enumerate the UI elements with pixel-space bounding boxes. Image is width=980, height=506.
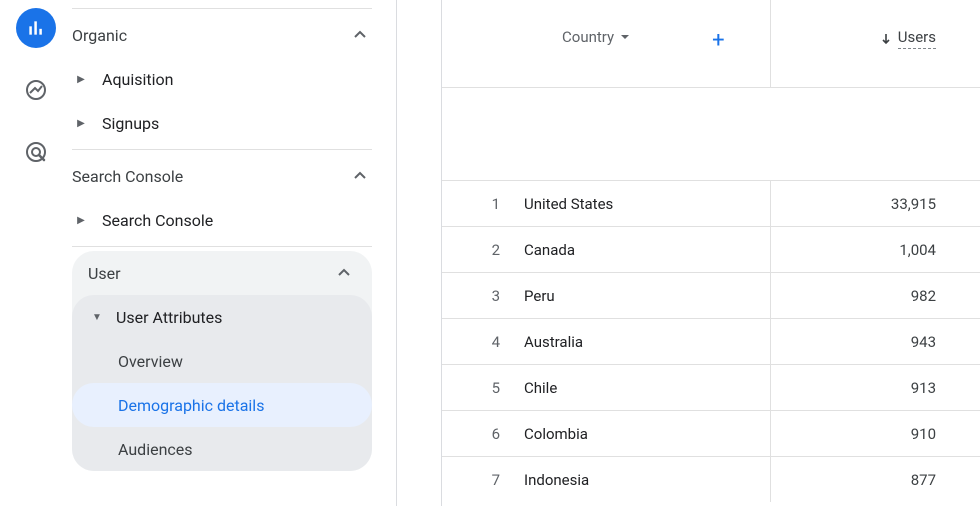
reports-icon[interactable]	[16, 8, 56, 48]
divider	[72, 246, 372, 247]
gap	[397, 0, 441, 506]
leaf-label: Overview	[118, 352, 183, 371]
nav-user-attributes[interactable]: ▼ User Attributes	[72, 295, 372, 339]
row-country: Indonesia	[524, 457, 771, 502]
nav-label: Signups	[102, 114, 159, 133]
explore-icon[interactable]	[16, 70, 56, 110]
section-organic[interactable]: Organic	[72, 13, 372, 57]
advertising-icon[interactable]	[16, 132, 56, 172]
sort-users[interactable]: Users	[880, 28, 936, 49]
row-country: Chile	[524, 365, 771, 410]
row-country: Peru	[524, 273, 771, 318]
table-row[interactable]: 1United States33,915	[442, 180, 980, 226]
add-dimension-button[interactable]: +	[712, 28, 724, 53]
triangle-right-icon: ▶	[72, 118, 90, 129]
triangle-right-icon: ▶	[72, 215, 90, 226]
row-index: 6	[442, 425, 524, 443]
section-search-console[interactable]: Search Console	[72, 154, 372, 198]
nav-acquisition[interactable]: ▶ Aquisition	[72, 57, 372, 101]
chevron-up-icon	[348, 23, 372, 47]
metric-column-header: Users	[771, 0, 980, 87]
divider	[72, 8, 372, 9]
table-row[interactable]: 4Australia943	[442, 318, 980, 364]
row-country: United States	[524, 181, 771, 226]
nav-label: Aquisition	[102, 70, 173, 89]
dimension-picker[interactable]: Country	[562, 28, 630, 46]
table-row[interactable]: 5Chile913	[442, 364, 980, 410]
chevron-up-icon	[348, 164, 372, 188]
table-header: Country + Users	[442, 0, 980, 88]
table-body: 1United States33,9152Canada1,0043Peru982…	[442, 180, 980, 502]
section-label: Organic	[72, 26, 348, 45]
leaf-label: Audiences	[118, 440, 193, 459]
nav-signups[interactable]: ▶ Signups	[72, 101, 372, 145]
table-row[interactable]: 7Indonesia877	[442, 456, 980, 502]
row-index: 1	[442, 195, 524, 213]
sidebar: Organic ▶ Aquisition ▶ Signups Search Co…	[72, 0, 397, 506]
row-users: 943	[771, 333, 980, 351]
triangle-down-icon: ▼	[88, 312, 106, 323]
row-index: 4	[442, 333, 524, 351]
table-row[interactable]: 2Canada1,004	[442, 226, 980, 272]
row-users: 877	[771, 471, 980, 489]
arrow-down-icon	[880, 33, 892, 45]
nav-label: Search Console	[102, 211, 213, 230]
divider	[72, 149, 372, 150]
row-users: 913	[771, 379, 980, 397]
section-user[interactable]: User	[72, 251, 372, 295]
row-country: Australia	[524, 319, 771, 364]
section-user-wrapper: User ▼ User Attributes Overview Demograp…	[72, 251, 372, 471]
nav-search-console[interactable]: ▶ Search Console	[72, 198, 372, 242]
leaf-label: Demographic details	[118, 396, 264, 415]
content: Country + Users 1United States33,9152Can…	[441, 0, 980, 506]
triangle-right-icon: ▶	[72, 74, 90, 85]
row-country: Canada	[524, 227, 771, 272]
row-users: 1,004	[771, 241, 980, 259]
row-index: 5	[442, 379, 524, 397]
leaf-audiences[interactable]: Audiences	[72, 427, 372, 471]
row-index: 3	[442, 287, 524, 305]
leaf-demographic-details[interactable]: Demographic details	[72, 383, 372, 427]
nav-label: User Attributes	[116, 308, 222, 327]
dimension-label: Country	[562, 28, 614, 46]
metric-label: Users	[898, 28, 936, 49]
row-users: 33,915	[771, 195, 980, 213]
table-row[interactable]: 3Peru982	[442, 272, 980, 318]
row-index: 7	[442, 471, 524, 489]
row-users: 982	[771, 287, 980, 305]
section-label: Search Console	[72, 167, 348, 186]
dimension-column-header: Country +	[442, 0, 771, 87]
user-attributes-group: ▼ User Attributes Overview Demographic d…	[72, 295, 372, 471]
row-country: Colombia	[524, 411, 771, 456]
leaf-overview[interactable]: Overview	[72, 339, 372, 383]
table-row[interactable]: 6Colombia910	[442, 410, 980, 456]
caret-down-icon	[620, 32, 630, 42]
header-spacer	[442, 88, 980, 180]
row-users: 910	[771, 425, 980, 443]
icon-rail	[0, 0, 72, 506]
section-label: User	[88, 264, 332, 283]
chevron-up-icon	[332, 261, 356, 285]
row-index: 2	[442, 241, 524, 259]
